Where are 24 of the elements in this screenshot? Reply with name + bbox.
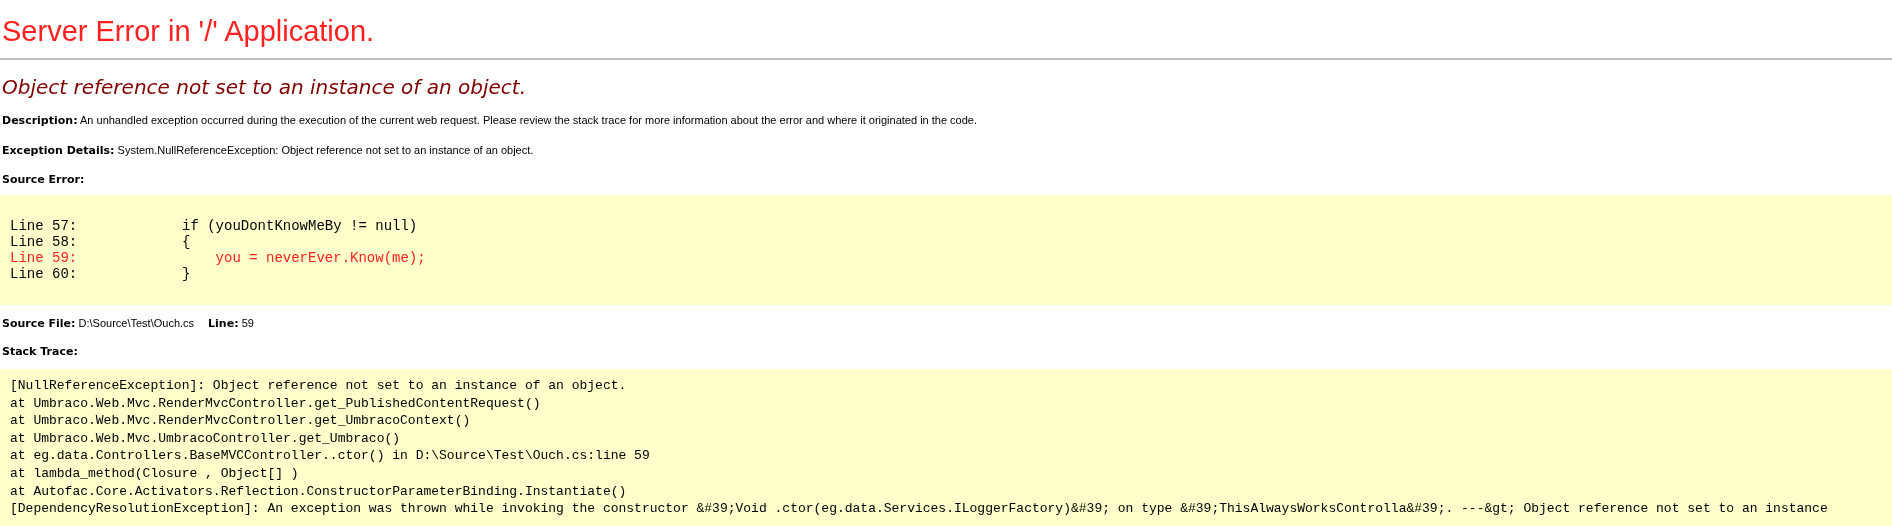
line-number: Line 58:: [10, 234, 79, 250]
detail-text: Description: An unhandled exception occurred during the execution of the current web request. Please review the stack trace for more information about the error and where it originated in the code.: [1, 113, 979, 128]
line-number: Line 57:: [10, 218, 79, 234]
section-label: Source Error:: [1, 173, 86, 187]
line-text: Line: 59: [208, 316, 254, 331]
detail-text: Exception Details: System.NullReferenceException: Object reference not set to an instance of an object.: [1, 143, 535, 158]
stack-trace-line: [DependencyResolutionException]: An exception was thrown while invoking the constructor &#39;Void .ctor(eg.data.Services.ILoggerFactory)&#39; on type &#39;ThisAlwaysWorksControlla&#39;. ---&gt; Object reference not set to an instance: [10, 500, 1828, 518]
line-number: Line 60:: [10, 266, 79, 282]
page-title: Server Error in '/' Application.: [1, 14, 376, 49]
stack-trace-line: at Umbraco.Web.Mvc.RenderMvcController.get_PublishedContentRequest(): [10, 394, 541, 413]
code-line: you = neverEver.Know(me);: [214, 250, 426, 266]
code-line: }: [182, 266, 191, 282]
line-number: Line 59:: [10, 250, 79, 266]
stack-trace-line: [NullReferenceException]: Object reference not set to an instance of an object.: [10, 377, 627, 395]
error-heading: Object reference not set to an instance of an object.: [1, 75, 527, 99]
section-label: Stack Trace:: [1, 345, 79, 359]
stack-trace-line: at Autofac.Core.Activators.Reflection.ConstructorParameterBinding.Instantiate(): [10, 482, 627, 501]
stack-trace-line: at lambda_method(Closure , Object[] ): [10, 464, 299, 483]
stack-trace-line: at Umbraco.Web.Mvc.RenderMvcController.get_UmbracoContext(): [10, 412, 471, 430]
code-line: if (youDontKnowMeBy != null): [182, 218, 418, 234]
source-file-text: Source File: D:\Source\Test\Ouch.cs: [2, 316, 195, 331]
stack-trace-line: at eg.data.Controllers.BaseMVCController..ctor() in D:\Source\Test\Ouch.cs:line 59: [10, 447, 650, 465]
stack-trace-line: at Umbraco.Web.Mvc.UmbracoController.get_Umbraco(): [10, 429, 401, 448]
code-line: {: [182, 234, 191, 250]
